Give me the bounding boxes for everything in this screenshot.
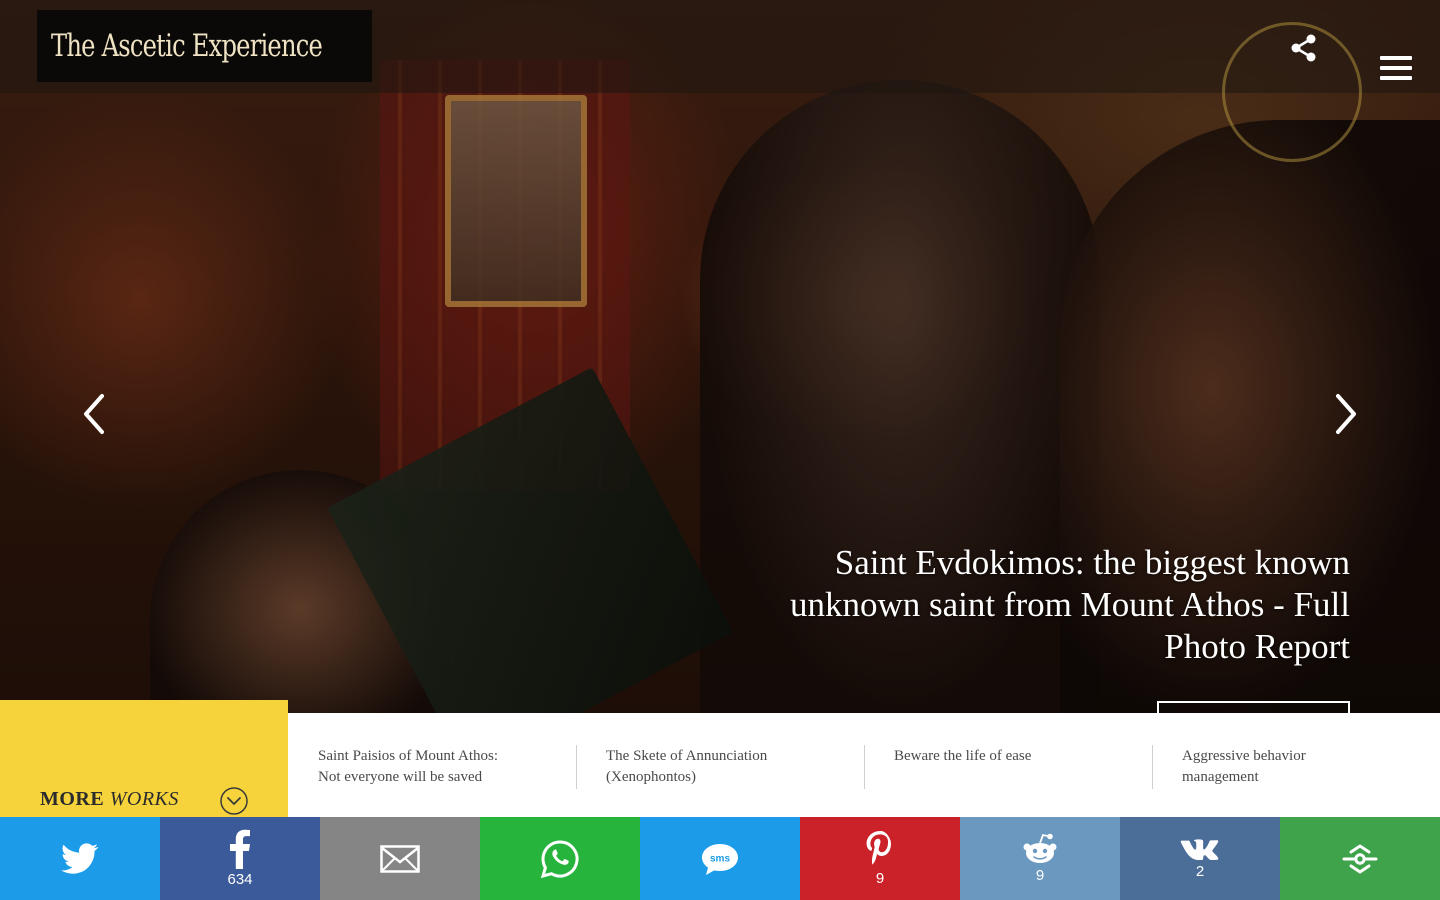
envelope-icon (380, 844, 420, 873)
reddit-icon (1023, 833, 1057, 863)
share-twitter-button[interactable] (0, 817, 160, 900)
related-article-title-line2: management (1182, 769, 1259, 785)
more-works-label-italic: WORKS (109, 788, 179, 810)
related-article-title-line2: (Xenophontos) (606, 769, 696, 785)
related-article[interactable]: Aggressive behavior management (1152, 713, 1440, 818)
chevron-down-circle-icon (220, 787, 248, 815)
slider-prev-button[interactable] (76, 392, 116, 436)
related-article-title-line1: Saint Paisios of Mount Athos: (318, 748, 499, 764)
share-count: 2 (1195, 863, 1205, 880)
pinterest-icon (866, 831, 891, 865)
share-whatsapp-button[interactable] (480, 817, 640, 900)
hero-icon-panel (445, 95, 587, 307)
slider-next-button[interactable] (1326, 392, 1366, 436)
related-article[interactable]: The Skete of Annunciation (Xenophontos) (576, 713, 864, 818)
site-logo[interactable]: The Ascetic Experience (37, 10, 372, 82)
chevron-right-icon (1336, 394, 1356, 434)
share-count: 9 (1035, 867, 1045, 884)
share-sms-button[interactable]: sms (640, 817, 800, 900)
related-articles: Saint Paisios of Mount Athos: Not everyo… (288, 713, 1440, 818)
share-count: 9 (875, 870, 885, 887)
related-article-title-line1: The Skete of Annunciation (606, 748, 768, 764)
related-article[interactable]: Saint Paisios of Mount Athos: Not everyo… (288, 713, 576, 818)
hamburger-icon (1380, 56, 1412, 80)
page: The Ascetic Experience Saint Evdokimos: … (0, 0, 1440, 900)
share-vk-button[interactable]: 2 (1120, 817, 1280, 900)
svg-text:sms: sms (710, 853, 730, 864)
sms-bubble-icon: sms (702, 843, 738, 875)
share-email-button[interactable] (320, 817, 480, 900)
more-works-label[interactable]: MORE WORKS (40, 788, 179, 811)
featured-article-headline[interactable]: Saint Evdokimos: the biggest known unkno… (710, 542, 1350, 668)
share-more-icon (1342, 844, 1378, 873)
share-button[interactable] (1288, 32, 1320, 64)
more-works-toggle[interactable] (219, 786, 249, 816)
hamburger-menu-button[interactable] (1378, 54, 1414, 82)
facebook-icon (230, 829, 250, 869)
site-title: The Ascetic Experience (51, 28, 323, 64)
chevron-left-icon (84, 394, 104, 434)
share-more-button[interactable] (1280, 817, 1440, 900)
share-facebook-button[interactable]: 634 (160, 817, 320, 900)
share-icon (1291, 34, 1316, 62)
related-article-title-line1: Aggressive behavior (1182, 748, 1306, 764)
social-share-bar: 634 sms 9 9 2 (0, 817, 1440, 900)
twitter-bird-icon (61, 842, 99, 874)
vk-icon (1180, 839, 1219, 861)
related-article-title-line1: Beware the life of ease (894, 748, 1032, 764)
more-works-label-bold: MORE (40, 788, 105, 810)
related-article-title-line2: Not everyone will be saved (318, 769, 483, 785)
share-pinterest-button[interactable]: 9 (800, 817, 960, 900)
related-article[interactable]: Beware the life of ease (864, 713, 1152, 818)
share-count: 634 (227, 871, 253, 888)
share-reddit-button[interactable]: 9 (960, 817, 1120, 900)
whatsapp-icon (540, 839, 579, 878)
